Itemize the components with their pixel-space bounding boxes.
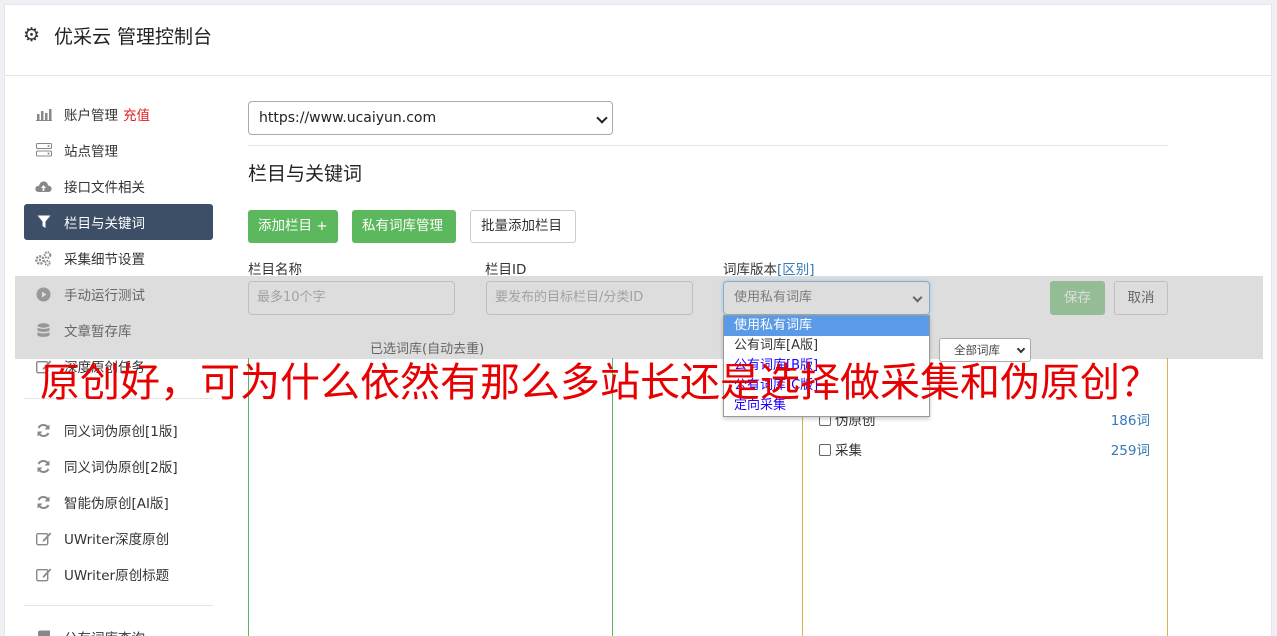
sidebar-item-uwriter-original[interactable]: UWriter深度原创 [24,520,213,556]
sidebar-item-label: UWriter原创标题 [64,568,170,584]
refresh-icon [35,494,52,510]
lib-checkbox[interactable] [819,444,831,456]
sidebar-item-public-lib-query[interactable]: 公有词库查询 [24,619,213,636]
bar-chart-icon [35,106,52,122]
private-lib-button[interactable]: 私有词库管理 [352,210,456,243]
lib-filter-value: 全部词库 [954,343,1000,357]
main-divider [248,145,1168,146]
sidebar-item-label: 同义词伪原创[2版] [64,460,178,476]
sidebar-item-label: 公有词库查询 [64,627,145,636]
refresh-icon [35,422,52,438]
sidebar-item-label: 采集细节设置 [64,252,145,268]
refresh-icon [35,458,52,474]
sidebar-item-synonym-v1[interactable]: 同义词伪原创[1版] [24,412,213,448]
dropdown-option[interactable]: 使用私有词库 [724,316,929,336]
lib-count[interactable]: 259词 [1111,441,1150,461]
sidebar-item-label: 智能伪原创[AI版] [64,496,169,512]
page-title: 优采云 管理控制台 [54,26,213,48]
gear-icon: ⚙ [23,24,41,46]
book-icon [35,629,52,636]
add-column-button[interactable]: 添加栏目 + [248,210,338,243]
sidebar-item-label: 栏目与关键词 [64,216,145,232]
sidebar-item-label: 接口文件相关 [64,180,145,196]
chevron-down-icon [596,112,608,124]
sidebar-item-sites[interactable]: 站点管理 [24,132,213,168]
recharge-link[interactable]: 充值 [123,104,150,124]
filter-icon [35,214,52,230]
overlay-headline: 原创好，可为什么依然有那么多站长还是选择做采集和伪原创？ [40,360,1160,406]
edit-icon [35,566,52,582]
section-title: 栏目与关键词 [248,163,363,185]
sidebar-item-interface-files[interactable]: 接口文件相关 [24,168,213,204]
sidebar-divider [24,605,213,606]
sidebar-item-label: 站点管理 [64,144,118,160]
page-header: ⚙ 优采云 管理控制台 [5,5,1271,76]
sidebar-item-label: 同义词伪原创[1版] [64,424,178,440]
gears-icon [35,250,52,266]
site-select[interactable]: https://www.ucaiyun.com [248,101,613,135]
cloud-upload-icon [35,178,52,194]
sidebar-item-label: UWriter深度原创 [64,532,170,548]
chevron-down-icon [1016,344,1026,354]
sidebar-item-uwriter-title[interactable]: UWriter原创标题 [24,556,213,592]
lib-name: 采集 [835,443,862,459]
sidebar-item-synonym-v2[interactable]: 同义词伪原创[2版] [24,448,213,484]
site-select-value: https://www.ucaiyun.com [259,110,437,126]
sidebar-item-account[interactable]: 账户管理 充值 [24,96,213,132]
sidebar-item-label: 账户管理 [64,108,118,124]
sidebar-item-columns-keywords[interactable]: 栏目与关键词 [24,204,213,240]
server-icon [35,142,52,158]
selected-lib-label: 已选词库(自动去重) [370,342,485,357]
sidebar-item-ai-rewrite[interactable]: 智能伪原创[AI版] [24,484,213,520]
lib-count[interactable]: 186词 [1111,411,1150,431]
batch-add-button[interactable]: 批量添加栏目 [470,210,576,243]
dropdown-option[interactable]: 公有词库[A版] [724,336,929,356]
image-overlay-band [15,276,1263,359]
edit-icon [35,530,52,546]
sidebar-item-collect-settings[interactable]: 采集细节设置 [24,240,213,276]
lib-row[interactable]: 采集 259词 [818,441,1150,461]
